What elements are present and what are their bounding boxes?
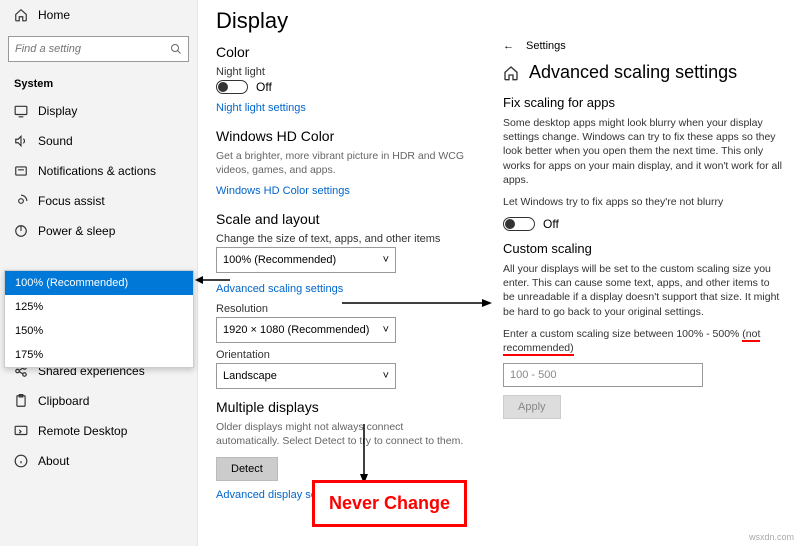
scale-option-125[interactable]: 125%: [5, 295, 193, 319]
nav-display[interactable]: Display: [0, 96, 197, 126]
nav-about[interactable]: About: [0, 446, 197, 476]
multiple-displays-desc: Older displays might not always connect …: [216, 421, 464, 448]
back-arrow-icon[interactable]: ←: [503, 40, 514, 52]
nav-sound[interactable]: Sound: [0, 126, 197, 156]
arrow-annotation-down: [356, 424, 372, 484]
night-light-label: Night light: [216, 66, 464, 78]
night-light-settings-link[interactable]: Night light settings: [216, 102, 306, 114]
fix-scaling-desc: Some desktop apps might look blurry when…: [503, 116, 783, 187]
custom-scaling-desc: All your displays will be set to the cus…: [503, 262, 783, 319]
scale-option-100[interactable]: 100% (Recommended): [5, 271, 193, 295]
remote-icon: [14, 424, 28, 438]
display-settings-panel: Display Color Night light Off Night ligh…: [198, 0, 478, 546]
arrow-annotation-right: [342, 295, 492, 311]
hd-color-desc: Get a brighter, more vibrant picture in …: [216, 150, 464, 177]
arrow-annotation-left: [195, 272, 230, 288]
scale-label: Change the size of text, apps, and other…: [216, 233, 464, 245]
watermark: wsxdn.com: [749, 532, 794, 542]
scale-select[interactable]: 100% (Recommended) ˅: [216, 247, 396, 273]
orientation-label: Orientation: [216, 349, 464, 361]
scale-option-175[interactable]: 175%: [5, 343, 193, 367]
focus-icon: [14, 194, 28, 208]
nav-focus-assist[interactable]: Focus assist: [0, 186, 197, 216]
chevron-down-icon: ˅: [383, 324, 389, 336]
nav-home[interactable]: Home: [0, 0, 197, 30]
nav-remote-desktop[interactable]: Remote Desktop: [0, 416, 197, 446]
scale-dropdown-popup[interactable]: 100% (Recommended) 125% 150% 175%: [4, 270, 194, 368]
search-field[interactable]: [15, 43, 155, 55]
night-light-toggle[interactable]: [216, 80, 248, 94]
nav-power-sleep[interactable]: Power & sleep: [0, 216, 197, 246]
fix-scaling-heading: Fix scaling for apps: [503, 95, 783, 110]
advanced-scaling-link[interactable]: Advanced scaling settings: [216, 283, 343, 295]
nav-notifications[interactable]: Notifications & actions: [0, 156, 197, 186]
advanced-scaling-panel: ← Settings Advanced scaling settings Fix…: [495, 36, 791, 526]
section-system-label: System: [0, 68, 197, 96]
clipboard-icon: [14, 394, 28, 408]
hd-color-heading: Windows HD Color: [216, 128, 464, 144]
scale-option-150[interactable]: 150%: [5, 319, 193, 343]
about-icon: [14, 454, 28, 468]
display-icon: [14, 104, 28, 118]
multiple-displays-heading: Multiple displays: [216, 399, 464, 415]
custom-scaling-input[interactable]: 100 - 500: [503, 363, 703, 387]
advanced-scaling-title: Advanced scaling settings: [529, 62, 737, 83]
detect-button[interactable]: Detect: [216, 457, 278, 481]
sound-icon: [14, 134, 28, 148]
resolution-select[interactable]: 1920 × 1080 (Recommended) ˅: [216, 317, 396, 343]
home-label: Home: [38, 8, 70, 22]
never-change-annotation: Never Change: [312, 480, 467, 527]
custom-scaling-heading: Custom scaling: [503, 241, 783, 256]
fix-apps-toggle[interactable]: [503, 217, 535, 231]
nav-clipboard[interactable]: Clipboard: [0, 386, 197, 416]
page-title: Display: [216, 8, 464, 34]
home-icon[interactable]: [503, 65, 519, 81]
color-heading: Color: [216, 44, 464, 60]
fix-toggle-label: Let Windows try to fix apps so they're n…: [503, 195, 783, 209]
apply-button[interactable]: Apply: [503, 395, 561, 419]
orientation-select[interactable]: Landscape ˅: [216, 363, 396, 389]
fix-apps-state: Off: [543, 217, 559, 231]
search-icon: [170, 43, 182, 55]
search-input[interactable]: [8, 36, 189, 62]
chevron-down-icon: ˅: [383, 254, 389, 266]
power-icon: [14, 224, 28, 238]
custom-scaling-label: Enter a custom scaling size between 100%…: [503, 327, 783, 355]
notifications-icon: [14, 164, 28, 178]
scale-layout-heading: Scale and layout: [216, 211, 464, 227]
night-light-state: Off: [256, 80, 272, 94]
hd-color-settings-link[interactable]: Windows HD Color settings: [216, 185, 350, 197]
home-icon: [14, 8, 28, 22]
settings-breadcrumb[interactable]: Settings: [526, 40, 566, 52]
chevron-down-icon: ˅: [383, 370, 389, 382]
